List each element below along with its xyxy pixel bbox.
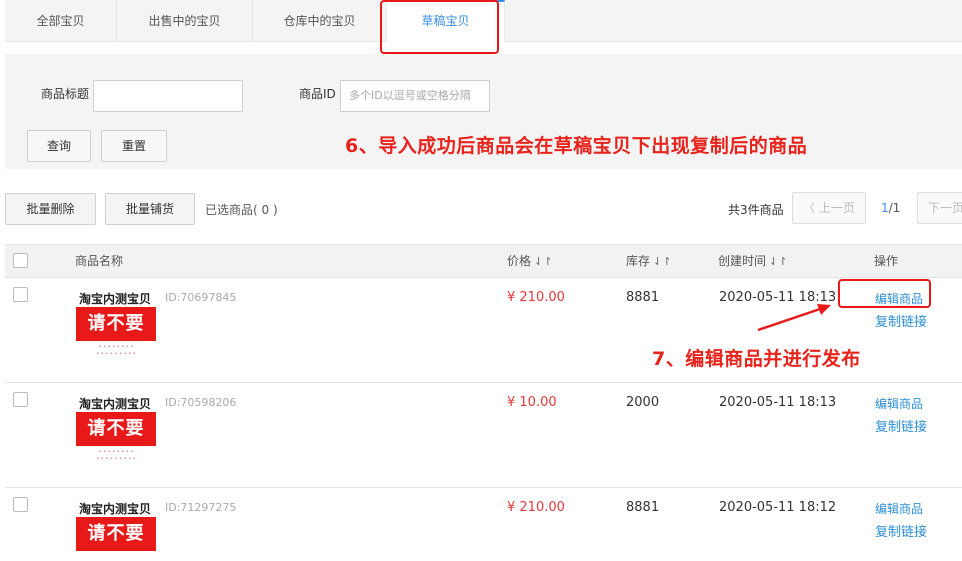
copy-link[interactable]: 复制链接: [875, 416, 927, 435]
tab-drafts[interactable]: 草稿宝贝: [387, 0, 505, 42]
total-count: 共3件商品: [728, 203, 784, 217]
product-stock: 2000: [626, 395, 660, 410]
product-thumbnail[interactable]: 请不要拍! • • • • • • • • • • • • • • • • •: [76, 412, 156, 473]
thumbnail-banner: 请不要拍!: [76, 307, 156, 368]
page-current: 1: [881, 201, 889, 215]
arrow-icon: [757, 304, 831, 332]
product-price: ¥ 10.00: [507, 395, 557, 410]
chevron-left-icon: 〈: [803, 201, 819, 215]
product-id: ID:70697845: [165, 291, 237, 304]
product-name[interactable]: 淘宝内测宝贝: [79, 290, 151, 307]
product-price: ¥ 210.00: [507, 290, 565, 305]
tab-on-sale[interactable]: 出售中的宝贝: [117, 0, 253, 42]
copy-link[interactable]: 复制链接: [875, 521, 927, 540]
header-created-label: 创建时间: [718, 254, 767, 268]
product-price: ¥ 210.00: [507, 500, 565, 515]
sort-icon: ⇃↾: [534, 255, 553, 268]
page-indicator: 1/1: [881, 201, 900, 215]
page-total: /1: [888, 201, 901, 215]
header-price-label: 价格: [507, 254, 532, 268]
reset-button[interactable]: 重置: [101, 130, 167, 162]
edit-product-link[interactable]: 编辑商品: [875, 395, 923, 412]
header-created[interactable]: 创建时间 ⇃↾: [718, 245, 787, 278]
edit-product-link[interactable]: 编辑商品: [875, 500, 923, 517]
prev-page-label: 上一页: [818, 201, 855, 215]
header-name: 商品名称: [75, 254, 124, 268]
edit-product-link[interactable]: 编辑商品: [875, 290, 923, 307]
query-button[interactable]: 查询: [27, 130, 91, 162]
title-label: 商品标题: [41, 87, 90, 101]
product-thumbnail[interactable]: 请不要拍! • • • • • • • • • • • • • • • • •: [76, 307, 156, 368]
thumbnail-fine-print: • • • • • • • • • • • • • • • • •: [96, 449, 136, 462]
thumbnail-banner: 请不要拍!: [76, 412, 156, 473]
batch-list-button[interactable]: 批量铺货: [105, 193, 195, 225]
sort-icon: ⇃↾: [769, 255, 788, 268]
next-page-button[interactable]: 下一页: [917, 192, 962, 224]
thumbnail-fine-print: • • • • • • • • • • • • • • • • •: [96, 344, 136, 357]
table-header: 商品名称 价格 ⇃↾ 库存 ⇃↾ 创建时间 ⇃↾ 操作: [5, 244, 962, 278]
row-checkbox[interactable]: [13, 497, 28, 512]
annotation-step6: 6、导入成功后商品会在草稿宝贝下出现复制后的商品: [345, 135, 808, 157]
thumbnail-banner: 请不要拍!: [76, 517, 156, 561]
header-action: 操作: [874, 254, 899, 268]
prev-page-button[interactable]: 〈 上一页: [792, 192, 866, 224]
title-input[interactable]: [93, 80, 243, 112]
id-label: 商品ID: [299, 87, 336, 101]
table-row: 淘宝内测宝贝 ID:70598206 请不要拍! • • • • • • • •…: [5, 383, 962, 488]
product-name[interactable]: 淘宝内测宝贝: [79, 500, 151, 517]
selected-count: 已选商品( 0 ): [205, 203, 278, 217]
id-input[interactable]: 多个ID以逗号或空格分隔: [340, 80, 490, 112]
table-row: 淘宝内测宝贝 ID:71297275 请不要拍! ¥ 210.00 8881 2…: [5, 488, 962, 561]
product-stock: 8881: [626, 290, 660, 305]
product-id: ID:70598206: [165, 396, 237, 409]
product-name[interactable]: 淘宝内测宝贝: [79, 395, 151, 412]
tab-all-items[interactable]: 全部宝贝: [5, 0, 117, 42]
header-price[interactable]: 价格 ⇃↾: [507, 245, 552, 278]
product-created-time: 2020-05-11 18:12: [719, 500, 837, 515]
product-created-time: 2020-05-11 18:13: [719, 395, 837, 410]
sort-icon: ⇃↾: [653, 255, 672, 268]
header-stock[interactable]: 库存 ⇃↾: [626, 245, 671, 278]
copy-link[interactable]: 复制链接: [875, 311, 927, 330]
annotation-step7: 7、编辑商品并进行发布: [652, 348, 861, 370]
batch-delete-button[interactable]: 批量删除: [5, 193, 96, 225]
product-id: ID:71297275: [165, 501, 237, 514]
tab-warehouse[interactable]: 仓库中的宝贝: [253, 0, 387, 42]
tab-bar: 全部宝贝 出售中的宝贝 仓库中的宝贝 草稿宝贝: [5, 0, 962, 42]
header-stock-label: 库存: [626, 254, 651, 268]
row-checkbox[interactable]: [13, 392, 28, 407]
product-thumbnail[interactable]: 请不要拍!: [76, 517, 156, 561]
row-checkbox[interactable]: [13, 287, 28, 302]
product-stock: 8881: [626, 500, 660, 515]
select-all-checkbox[interactable]: [13, 253, 28, 268]
